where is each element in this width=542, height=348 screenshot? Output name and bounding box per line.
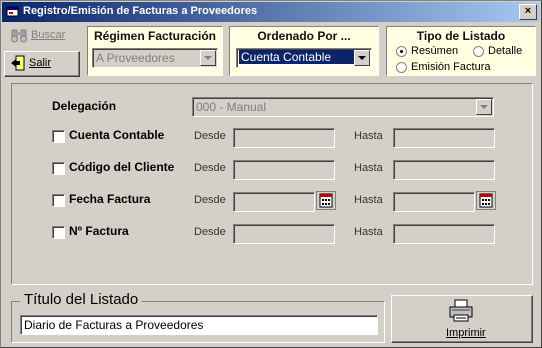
ordenado-select[interactable]: Cuenta Contable — [236, 48, 372, 68]
fecha-factura-label: Fecha Factura — [69, 192, 151, 206]
hasta-label: Hasta — [354, 130, 383, 142]
imprimir-label: Imprimir — [446, 327, 486, 339]
radio-resumen-dot[interactable] — [396, 45, 407, 57]
calendar-icon[interactable] — [316, 191, 336, 210]
radio-resumen[interactable]: Resúmen — [396, 45, 458, 57]
radio-emision[interactable]: Emisión Factura — [396, 61, 490, 73]
cuenta-contable-label: Cuenta Contable — [69, 128, 165, 142]
regimen-value: A Proveedores — [96, 51, 175, 65]
binoculars-icon — [11, 29, 27, 43]
chevron-down-icon[interactable] — [476, 99, 492, 115]
title-bar: Registro/Emisión de Facturas a Proveedor… — [2, 2, 540, 22]
titulo-value: Diario de Facturas a Proveedores — [24, 318, 204, 332]
regimen-title: Régimen Facturación — [93, 29, 217, 43]
ordenado-title: Ordenado Por ... — [257, 29, 351, 43]
close-icon: × — [524, 5, 532, 17]
regimen-select[interactable]: A Proveedores — [92, 48, 218, 68]
salir-content: Salir — [10, 55, 51, 71]
radio-emision-dot[interactable] — [396, 61, 407, 73]
ordenado-value: Cuenta Contable — [239, 50, 355, 64]
checkbox-cuenta-contable[interactable] — [52, 130, 65, 143]
cuenta-hasta-input[interactable] — [393, 128, 495, 148]
regimen-panel: Régimen Facturación A Proveedores — [87, 26, 223, 76]
codigo-desde-input[interactable] — [233, 160, 335, 180]
codigo-cliente-label: Código del Cliente — [69, 160, 175, 174]
calendar-icon[interactable] — [476, 191, 496, 210]
delegacion-value: 000 - Manual — [196, 100, 267, 114]
codigo-hasta-input[interactable] — [393, 160, 495, 180]
tipo-panel: Tipo de Listado Resúmen Detalle Emisión … — [386, 26, 536, 76]
checkbox-fecha-factura[interactable] — [52, 194, 65, 207]
numero-factura-label: Nº Factura — [69, 224, 129, 238]
numero-hasta-input[interactable] — [393, 224, 495, 244]
radio-detalle-label: Detalle — [488, 45, 523, 57]
ordenado-panel: Ordenado Por ... Cuenta Contable — [229, 26, 379, 76]
radio-detalle-dot[interactable] — [473, 45, 484, 57]
fecha-hasta-input[interactable] — [393, 192, 475, 212]
chevron-down-icon[interactable] — [354, 50, 370, 66]
radio-emision-label: Emisión Factura — [411, 61, 491, 73]
delegacion-label: Delegación — [52, 99, 117, 113]
desde-label: Desde — [194, 162, 226, 174]
buscar-label: Buscar — [31, 29, 66, 41]
titulo-panel: Título del Listado Diario de Facturas a … — [11, 291, 385, 343]
fecha-desde-input[interactable] — [233, 192, 315, 212]
salir-button[interactable]: Salir — [4, 51, 80, 77]
imprimir-button[interactable]: Imprimir — [391, 295, 533, 343]
delegacion-select[interactable]: 000 - Manual — [192, 97, 494, 117]
buscar-button[interactable]: Buscar — [10, 27, 65, 43]
titulo-input[interactable]: Diario de Facturas a Proveedores — [20, 315, 378, 335]
desde-label: Desde — [194, 194, 226, 206]
titulo-legend: Título del Listado — [20, 291, 143, 308]
chevron-down-icon[interactable] — [200, 50, 216, 66]
hasta-label: Hasta — [354, 162, 383, 174]
main-window: Registro/Emisión de Facturas a Proveedor… — [0, 0, 542, 348]
radio-resumen-label: Resúmen — [411, 45, 459, 57]
desde-label: Desde — [194, 130, 226, 142]
exit-door-icon — [11, 55, 25, 71]
close-button[interactable]: × — [519, 4, 537, 20]
hasta-label: Hasta — [354, 226, 383, 238]
hasta-label: Hasta — [354, 194, 383, 206]
checkbox-codigo-cliente[interactable] — [52, 162, 65, 175]
tipo-title: Tipo de Listado — [416, 29, 506, 43]
checkbox-numero-factura[interactable] — [52, 226, 65, 239]
cuenta-desde-input[interactable] — [233, 128, 335, 148]
printer-icon — [449, 299, 473, 322]
radio-detalle[interactable]: Detalle — [473, 45, 522, 57]
desde-label: Desde — [194, 226, 226, 238]
filter-panel: Delegación 000 - Manual Cuenta Contable … — [11, 83, 533, 285]
salir-label: Salir — [29, 57, 52, 69]
numero-desde-input[interactable] — [233, 224, 335, 244]
app-icon — [6, 6, 19, 17]
window-title: Registro/Emisión de Facturas a Proveedor… — [23, 5, 258, 17]
